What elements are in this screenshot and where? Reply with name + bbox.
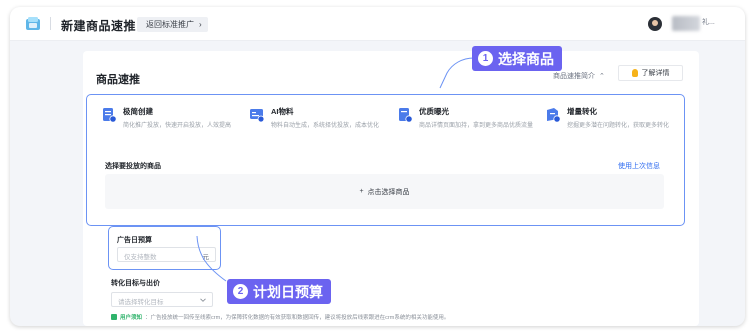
avatar[interactable] bbox=[648, 17, 662, 31]
feature-name: 优质曝光 bbox=[419, 107, 449, 116]
feature-name: AI物料 bbox=[271, 107, 294, 116]
notice-text: ：广告投放统一回传至线索crm，为保障转化数据的有效获取和数据回传，建议将投放后… bbox=[145, 315, 450, 321]
budget-unit: 元 bbox=[202, 254, 210, 261]
select-product-button[interactable]: + 点击选择商品 bbox=[105, 174, 664, 209]
feature-desc: 挖掘更多潜在问题转化，获取更多转化 bbox=[567, 123, 670, 129]
back-button-label: 返回标准推广 bbox=[146, 20, 194, 29]
blurred-user-info bbox=[672, 16, 700, 31]
top-bar: 新建商品速推 返回标准推广 › 礼... bbox=[10, 7, 745, 41]
user-name[interactable]: 礼... bbox=[702, 17, 715, 27]
budget-placeholder: 仅支持整数 bbox=[124, 254, 157, 261]
intro-label: 商品速推简介 bbox=[553, 73, 595, 80]
conversion-target-label: 转化目标与出价 bbox=[111, 280, 160, 287]
daily-budget-label: 广告日预算 bbox=[117, 237, 152, 244]
feature-desc: 物料自动生成，系统择优投放，成本优化 bbox=[271, 123, 380, 129]
ai-screen-icon bbox=[250, 109, 265, 123]
feature-desc: 商品详情页面加持，拿到更多商品优质流量 bbox=[419, 123, 534, 129]
main-card: 商品速推 商品速推简介 ⌃ 了解详情 极简创建 简化推广投放，快速开启投放，人效… bbox=[83, 51, 699, 326]
intro-toggle[interactable]: 商品速推简介 ⌃ bbox=[553, 71, 605, 81]
app-window: 新建商品速推 返回标准推广 › 礼... 商品速推 商品速推简介 ⌃ 了解详情 bbox=[10, 7, 745, 326]
exposure-icon bbox=[399, 108, 413, 123]
use-last-info-link[interactable]: 使用上次信息 bbox=[618, 161, 660, 171]
callout-number: 2 bbox=[233, 284, 248, 299]
chevron-down-icon bbox=[200, 298, 206, 302]
user-notice: 用户须知 ：广告投放统一回传至线索crm，为保障转化数据的有效获取和数据回传，建… bbox=[111, 313, 449, 321]
app-logo-icon bbox=[26, 17, 40, 30]
conversion-placeholder: 请选择转化目标 bbox=[118, 299, 164, 306]
select-product-text: 点击选择商品 bbox=[367, 188, 410, 196]
chevron-up-icon: ⌃ bbox=[599, 73, 605, 80]
card-title: 商品速推 bbox=[96, 74, 140, 86]
feature-incremental-conversion: 增量转化 挖掘更多潜在问题转化，获取更多转化 bbox=[545, 105, 685, 135]
plus-icon: + bbox=[359, 188, 364, 195]
feature-desc: 简化推广投放，快速开启投放，人效提高 bbox=[123, 123, 232, 129]
callout-label: 计划日预算 bbox=[253, 283, 323, 300]
product-selection-section: 极简创建 简化推广投放，快速开启投放，人效提高 AI物料 物料自动生成，系统择优… bbox=[86, 94, 685, 226]
page-title: 新建商品速推 bbox=[61, 19, 137, 33]
feature-ai-material: AI物料 物料自动生成，系统择优投放，成本优化 bbox=[249, 105, 389, 135]
back-to-standard-button[interactable]: 返回标准推广 › bbox=[137, 17, 208, 32]
feature-quality-exposure: 优质曝光 商品详情页面加持，拿到更多商品优质流量 bbox=[397, 105, 537, 135]
notice-tag: 用户须知 bbox=[120, 315, 143, 321]
learn-more-label: 了解详情 bbox=[641, 70, 670, 77]
callout-label: 选择商品 bbox=[498, 50, 554, 67]
document-icon bbox=[103, 108, 117, 123]
chevron-right-icon: › bbox=[199, 20, 202, 29]
conversion-target-select[interactable]: 请选择转化目标 bbox=[111, 292, 213, 307]
daily-budget-input[interactable]: 仅支持整数 元 bbox=[117, 247, 216, 262]
daily-budget-section: 广告日预算 仅支持整数 元 bbox=[108, 226, 221, 270]
notice-icon bbox=[111, 314, 117, 320]
learn-more-button[interactable]: 了解详情 bbox=[618, 65, 683, 81]
callout-daily-budget: 2 计划日预算 bbox=[227, 279, 331, 304]
feature-name: 增量转化 bbox=[567, 107, 597, 116]
select-product-label: 选择要投放的商品 bbox=[105, 163, 161, 170]
feature-minimal-create: 极简创建 简化推广投放，快速开启投放，人效提高 bbox=[101, 105, 241, 135]
feature-name: 极简创建 bbox=[123, 107, 153, 116]
divider bbox=[50, 17, 51, 30]
callout-number: 1 bbox=[478, 51, 493, 66]
growth-icon bbox=[547, 108, 561, 123]
callout-select-product: 1 选择商品 bbox=[472, 46, 562, 71]
lightbulb-icon bbox=[631, 69, 638, 77]
